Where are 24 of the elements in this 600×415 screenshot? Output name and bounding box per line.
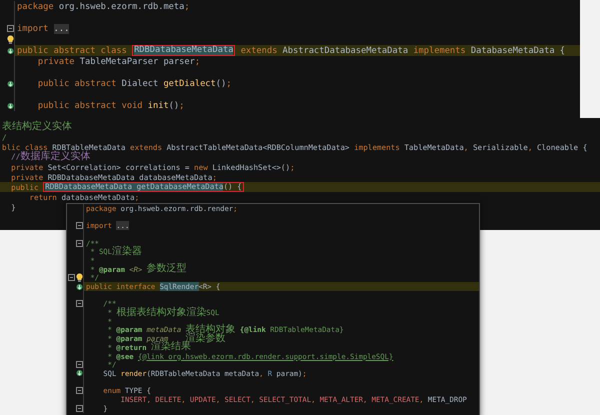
code-line: package org.hsweb.ezorm.rdb.meta; (16, 1, 190, 12)
override-marker-icon[interactable] (7, 80, 14, 88)
code-text: public abstract class (17, 46, 128, 56)
annotation-box: RDBDatabaseMetaData (132, 45, 236, 56)
fold-icon[interactable] (68, 274, 75, 282)
override-marker-icon[interactable] (7, 102, 14, 110)
fold-icon[interactable] (76, 387, 83, 394)
fold-icon[interactable] (76, 404, 83, 412)
code-line: import ... (16, 23, 70, 34)
fold-icon[interactable] (7, 25, 14, 32)
lightbulb-icon[interactable] (7, 35, 14, 44)
lightbulb-icon[interactable] (76, 273, 83, 282)
code-line: public abstract Dialect getDialect(); (36, 78, 232, 89)
fold-icon[interactable] (76, 240, 83, 247)
code-line: private TableMetaParser parser; (36, 56, 200, 67)
override-marker-icon[interactable] (7, 46, 14, 54)
code-line: public abstract void init(); (36, 100, 184, 111)
fold-icon[interactable] (76, 361, 83, 368)
override-marker-icon[interactable] (76, 369, 83, 378)
override-marker-icon[interactable] (76, 282, 83, 291)
fold-icon[interactable] (76, 300, 83, 308)
code-text: extends AbstractDatabaseMetaData implements DatabaseMetaData { (240, 46, 566, 56)
fold-icon[interactable] (76, 222, 83, 230)
code-line: 表结构定义实体 (1, 122, 72, 132)
